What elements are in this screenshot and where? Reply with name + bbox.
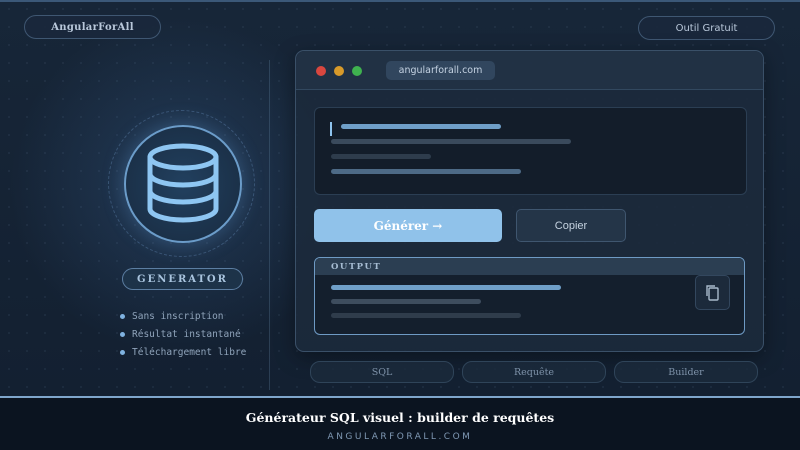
site-url[interactable]: ANGULARFORALL.COM	[0, 432, 800, 442]
bullet-icon	[120, 313, 125, 319]
free-tool-badge[interactable]: Outil Gratuit	[638, 16, 775, 40]
vertical-divider	[269, 60, 270, 390]
feature-label: Téléchargement libre	[132, 346, 247, 358]
browser-toolbar: angularforall.com	[296, 51, 763, 90]
code-line	[331, 139, 571, 144]
url-text: angularforall.com	[398, 65, 483, 76]
footer-banner: Générateur SQL visuel : builder de requê…	[0, 396, 800, 450]
tab-requete[interactable]: Requête	[462, 361, 606, 383]
feature-item: Résultat instantané	[120, 325, 246, 343]
tab-label: Builder	[668, 366, 704, 378]
code-line	[331, 169, 521, 174]
database-badge	[124, 125, 242, 243]
tab-builder[interactable]: Builder	[614, 361, 758, 383]
brand-badge[interactable]: AngularForAll	[24, 15, 161, 39]
generator-badge: GENERATOR	[122, 268, 243, 290]
output-label: OUTPUT	[331, 261, 382, 272]
code-line	[341, 124, 501, 129]
close-dot-icon[interactable]	[316, 66, 326, 76]
code-line	[331, 154, 431, 159]
query-editor[interactable]	[314, 107, 747, 195]
top-accent-line	[0, 0, 800, 2]
output-header: OUTPUT	[315, 258, 744, 275]
hero-stage: AngularForAll Outil Gratuit GENERATOR Sa…	[0, 0, 800, 396]
tab-label: Requête	[513, 366, 555, 378]
brand-label: AngularForAll	[51, 21, 134, 33]
generate-button[interactable]: Générer →	[314, 209, 502, 242]
copy-button[interactable]: Copier	[516, 209, 626, 242]
tab-label: SQL	[371, 366, 393, 378]
bullet-icon	[120, 349, 125, 355]
output-line	[331, 285, 561, 290]
output-panel: OUTPUT	[314, 257, 745, 335]
feature-list: Sans inscription Résultat instantané Tél…	[120, 307, 246, 361]
free-tool-label: Outil Gratuit	[675, 22, 738, 34]
bullet-icon	[120, 331, 125, 337]
feature-label: Résultat instantané	[132, 328, 241, 340]
page-title: Générateur SQL visuel : builder de requê…	[245, 410, 555, 425]
tab-sql[interactable]: SQL	[310, 361, 454, 383]
minimize-dot-icon[interactable]	[334, 66, 344, 76]
copy-icon	[706, 285, 719, 301]
output-line	[331, 313, 521, 318]
output-line	[331, 299, 481, 304]
text-caret	[330, 122, 332, 136]
browser-window: angularforall.com Générer → Copier OUTPU…	[295, 50, 764, 352]
copy-output-button[interactable]	[695, 275, 730, 310]
feature-item: Téléchargement libre	[120, 343, 246, 361]
maximize-dot-icon[interactable]	[352, 66, 362, 76]
database-icon	[147, 143, 219, 223]
address-bar[interactable]: angularforall.com	[386, 61, 495, 80]
feature-item: Sans inscription	[120, 307, 246, 325]
feature-label: Sans inscription	[132, 310, 224, 322]
generator-label: GENERATOR	[137, 273, 228, 285]
